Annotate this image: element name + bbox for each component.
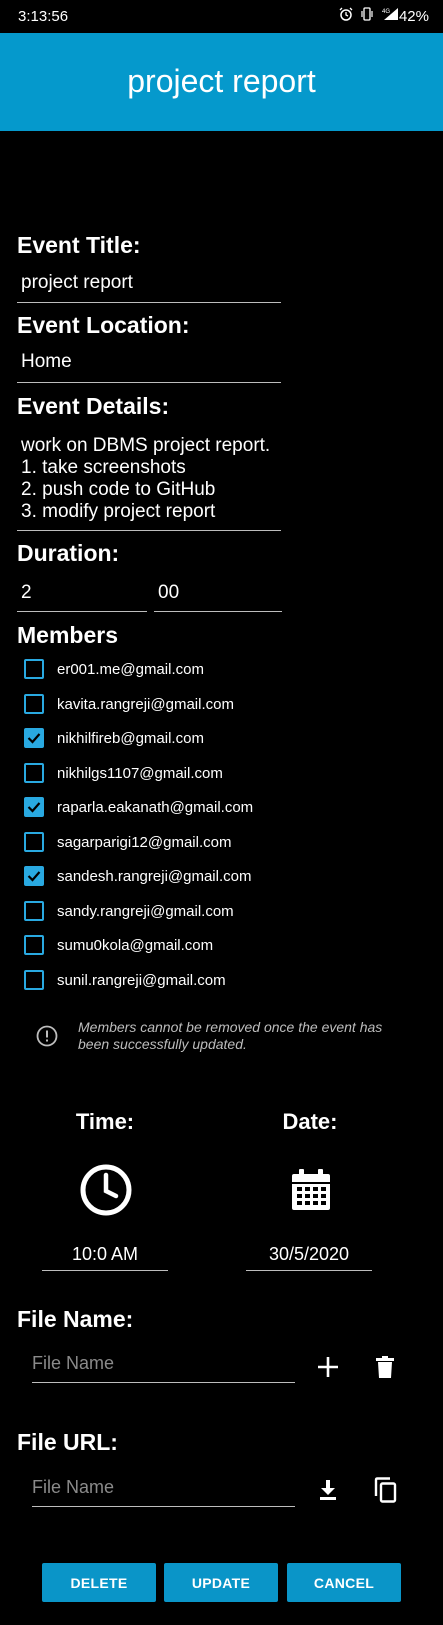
event-details-line: work on DBMS project report. xyxy=(21,435,271,456)
signal-icon: 4G xyxy=(381,7,399,21)
delete-icon[interactable] xyxy=(369,1351,401,1383)
clock-icon[interactable] xyxy=(78,1162,134,1218)
member-email: kavita.rangreji@gmail.com xyxy=(57,695,234,713)
date-label: Date: xyxy=(282,1109,338,1134)
members-label: Members xyxy=(17,622,118,648)
status-icons: 4G xyxy=(339,7,399,21)
check-icon xyxy=(27,802,41,813)
check-icon xyxy=(27,733,41,744)
member-checkbox[interactable] xyxy=(24,728,44,748)
add-icon[interactable] xyxy=(312,1351,344,1383)
duration-hours-field[interactable]: 2 xyxy=(17,578,147,612)
member-email: sagarparigi12@gmail.com xyxy=(57,833,232,851)
file-name-input-wrap xyxy=(32,1347,295,1383)
file-url-input-wrap xyxy=(32,1471,295,1507)
member-item[interactable]: sagarparigi12@gmail.com xyxy=(24,828,231,856)
check-icon xyxy=(27,871,41,882)
member-checkbox[interactable] xyxy=(24,970,44,990)
member-email: sumu0kola@gmail.com xyxy=(57,936,214,954)
member-checkbox[interactable] xyxy=(24,797,44,817)
event-details-line: 2. push code to GitHub xyxy=(21,479,216,500)
app-bar: project report xyxy=(0,33,443,131)
file-name-input[interactable] xyxy=(32,1347,295,1374)
page-title: project report xyxy=(127,63,316,99)
time-label: Time: xyxy=(75,1109,135,1134)
member-item[interactable]: sumu0kola@gmail.com xyxy=(24,931,213,959)
member-item[interactable]: er001.me@gmail.com xyxy=(24,655,204,683)
copy-icon[interactable] xyxy=(369,1474,401,1506)
delete-button[interactable]: DELETE xyxy=(42,1563,156,1602)
file-name-label: File Name: xyxy=(17,1306,134,1332)
date-field[interactable]: 30/5/2020 xyxy=(246,1239,372,1271)
member-item[interactable]: sunil.rangreji@gmail.com xyxy=(24,966,226,994)
svg-text:4G: 4G xyxy=(382,9,390,15)
member-email: sunil.rangreji@gmail.com xyxy=(57,971,226,989)
calendar-icon[interactable] xyxy=(286,1165,336,1215)
member-email: sandy.rangreji@gmail.com xyxy=(57,902,234,920)
time-field[interactable]: 10:0 AM xyxy=(42,1239,168,1271)
member-item[interactable]: kavita.rangreji@gmail.com xyxy=(24,690,234,718)
member-checkbox[interactable] xyxy=(24,763,44,783)
member-email: raparla.eakanath@gmail.com xyxy=(57,798,254,816)
event-details-field[interactable]: work on DBMS project report. 1. take scr… xyxy=(17,432,281,531)
info-icon xyxy=(36,1025,58,1052)
download-icon[interactable] xyxy=(312,1474,344,1506)
event-location-label: Event Location: xyxy=(17,312,190,338)
member-checkbox[interactable] xyxy=(24,694,44,714)
member-checkbox[interactable] xyxy=(24,866,44,886)
battery-level: 42% xyxy=(398,8,429,25)
event-title-field[interactable]: project report xyxy=(17,268,281,303)
status-bar: 3:13:56 4G 42% xyxy=(0,0,443,33)
member-checkbox[interactable] xyxy=(24,935,44,955)
cancel-button[interactable]: CANCEL xyxy=(287,1563,401,1602)
duration-label: Duration: xyxy=(17,540,120,566)
file-url-input[interactable] xyxy=(32,1471,295,1498)
event-location-field[interactable]: Home xyxy=(17,347,281,383)
duration-minutes-value: 00 xyxy=(158,582,180,603)
event-details-label: Event Details: xyxy=(17,393,170,419)
member-item[interactable]: sandy.rangreji@gmail.com xyxy=(24,897,234,925)
member-item[interactable]: nikhilgs1107@gmail.com xyxy=(24,759,223,787)
alarm-icon xyxy=(339,7,353,21)
member-checkbox[interactable] xyxy=(24,659,44,679)
member-email: sandesh.rangreji@gmail.com xyxy=(57,867,252,885)
status-time: 3:13:56 xyxy=(18,8,69,25)
member-email: nikhilgs1107@gmail.com xyxy=(57,764,223,782)
event-details-line: 1. take screenshots xyxy=(21,457,186,478)
update-button[interactable]: UPDATE xyxy=(164,1563,278,1602)
member-item[interactable]: sandesh.rangreji@gmail.com xyxy=(24,862,251,890)
event-location-value: Home xyxy=(21,351,72,372)
event-details-line: 3. modify project report xyxy=(21,501,216,522)
member-item[interactable]: nikhilfireb@gmail.com xyxy=(24,724,204,752)
event-title-label: Event Title: xyxy=(17,232,141,258)
member-email: nikhilfireb@gmail.com xyxy=(57,729,204,747)
member-item[interactable]: raparla.eakanath@gmail.com xyxy=(24,793,253,821)
members-info-text: Members cannot be removed once the event… xyxy=(78,1019,383,1052)
member-checkbox[interactable] xyxy=(24,901,44,921)
file-url-label: File URL: xyxy=(17,1429,118,1455)
vibrate-icon xyxy=(360,7,374,21)
event-title-value: project report xyxy=(21,272,133,293)
duration-hours-value: 2 xyxy=(21,582,32,603)
member-email: er001.me@gmail.com xyxy=(57,660,204,678)
member-checkbox[interactable] xyxy=(24,832,44,852)
duration-minutes-field[interactable]: 00 xyxy=(154,578,282,612)
